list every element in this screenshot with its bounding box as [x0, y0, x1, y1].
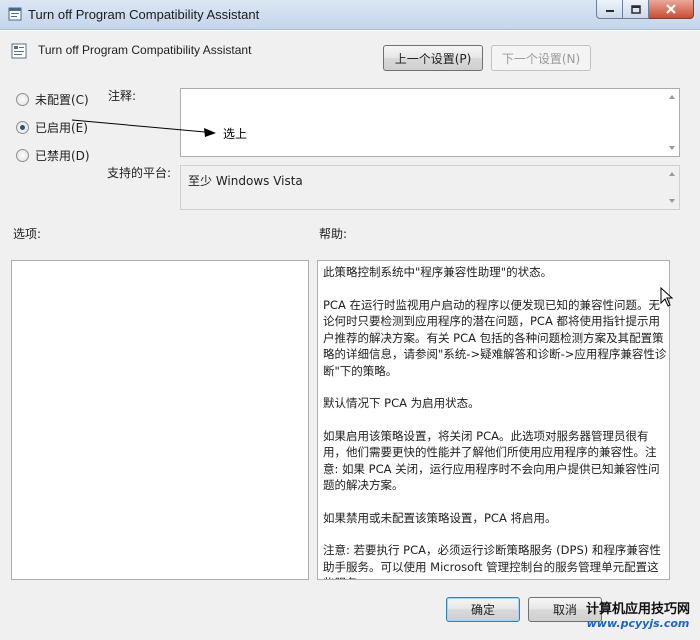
- watermark-url: www.pcyyjs.com: [586, 617, 690, 630]
- annotation-arrow: [71, 119, 216, 137]
- mouse-cursor-icon: [660, 287, 674, 307]
- annotation-text: 选上: [223, 127, 248, 141]
- watermark-title: 计算机应用技巧网: [585, 602, 690, 617]
- watermark: 计算机应用技巧网 www.pcyyjs.com: [586, 603, 690, 631]
